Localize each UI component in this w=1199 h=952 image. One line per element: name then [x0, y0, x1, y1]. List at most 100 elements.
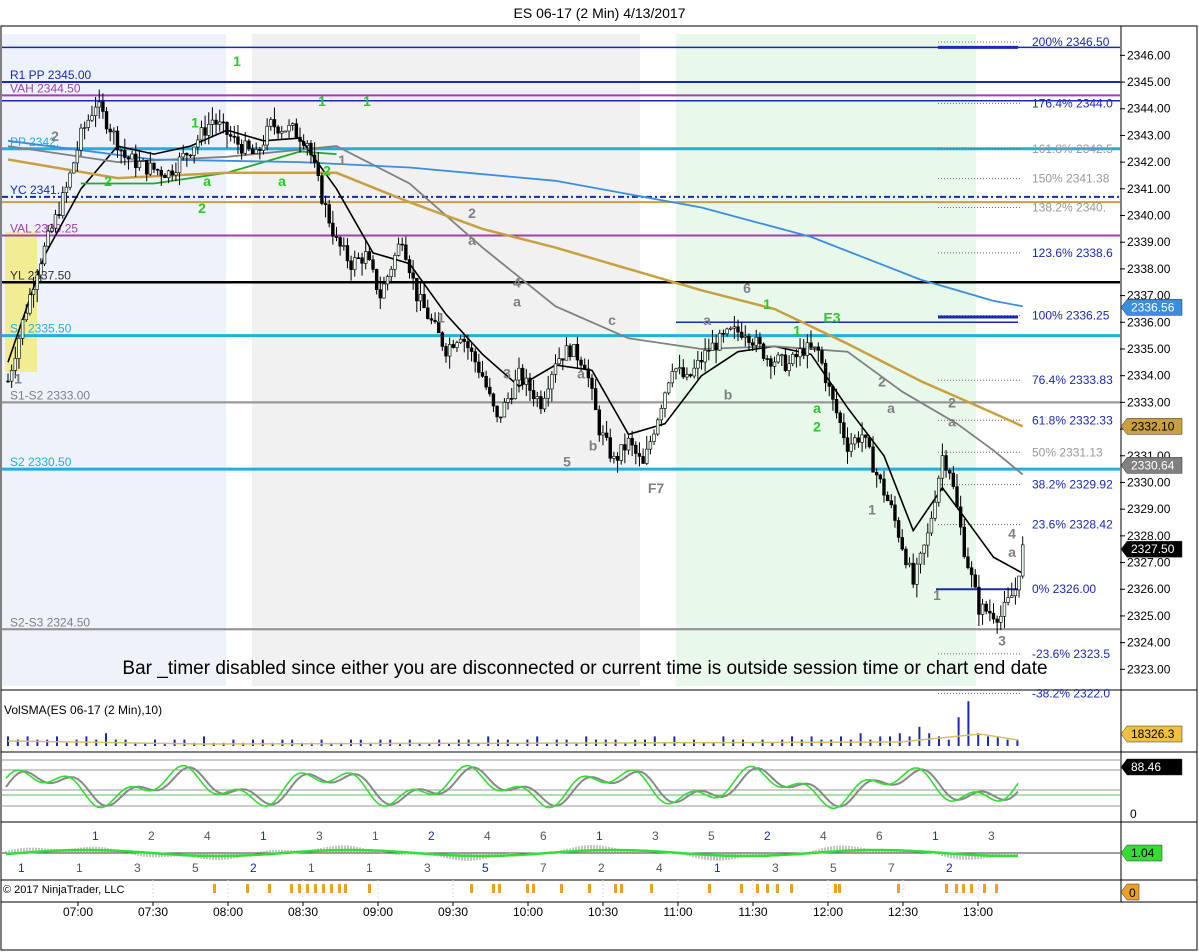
- osc-count-top: 6: [540, 829, 547, 843]
- candle-body: [221, 121, 226, 124]
- osc-count-bottom: 1: [308, 861, 315, 875]
- candle-body: [937, 477, 941, 503]
- candle-body: [816, 346, 821, 351]
- candle-body: [334, 236, 339, 238]
- candle-body: [780, 354, 784, 357]
- candle-body: [418, 294, 423, 302]
- candle-body: [134, 153, 138, 168]
- event-tick: [526, 884, 529, 893]
- candle-body: [50, 227, 54, 232]
- candle-body: [458, 338, 463, 343]
- wave-label: a: [703, 312, 711, 328]
- chart-canvas[interactable]: R1 PP 2345.00VAH 2344.50PP 2342.YC 2341.…: [0, 0, 1199, 952]
- osc-count-bottom: 3: [424, 861, 431, 875]
- candle-body: [356, 257, 361, 259]
- candle-body: [539, 396, 543, 410]
- price-level-label: VAL 2339.25: [10, 222, 78, 236]
- candle-body: [196, 139, 200, 148]
- osc-count-bottom: 5: [482, 861, 489, 875]
- candle-body: [462, 338, 466, 342]
- price-marker-label: 2330.64: [1131, 458, 1175, 472]
- candle-body: [378, 289, 382, 299]
- osc-count-bottom: 7: [540, 861, 547, 875]
- event-tick: [532, 884, 535, 893]
- wave-label: a: [278, 173, 286, 189]
- candle-body: [955, 486, 959, 508]
- osc-count-bottom: 1: [366, 861, 373, 875]
- wave-label: 2: [198, 200, 206, 216]
- y-tick-label: 2338.00: [1127, 262, 1171, 276]
- candle-body: [499, 416, 503, 419]
- event-tick: [246, 884, 249, 893]
- osc-count-bottom: 5: [830, 861, 837, 875]
- candle-body: [772, 361, 777, 367]
- event-tick: [838, 884, 841, 893]
- candle-body: [509, 398, 514, 400]
- candle-body: [181, 153, 185, 158]
- candle-body: [477, 361, 481, 373]
- candle-body: [360, 257, 364, 264]
- y-tick-label: 2346.00: [1127, 48, 1171, 62]
- x-tick-label: 07:30: [138, 905, 168, 919]
- candle-body: [39, 263, 43, 276]
- candle-body: [396, 243, 401, 256]
- candle-body: [484, 376, 488, 388]
- price-level-label: VAH 2344.50: [10, 81, 81, 95]
- candle-body: [586, 368, 591, 379]
- event-tick: [756, 884, 759, 893]
- wave-label: 2: [948, 395, 956, 411]
- candle-body: [677, 367, 682, 370]
- wave-label: 3: [503, 365, 511, 381]
- x-tick-label: 12:00: [813, 905, 843, 919]
- y-tick-label: 2334.00: [1127, 369, 1171, 383]
- candle-body: [312, 154, 317, 163]
- candle-body: [447, 344, 452, 357]
- event-tick: [368, 884, 371, 893]
- candle-body: [743, 335, 748, 338]
- candle-body: [969, 567, 974, 576]
- volsma-line: [7, 733, 1019, 745]
- osc-count-top: 2: [148, 829, 155, 843]
- candle-body: [944, 455, 948, 471]
- candle-body: [754, 336, 758, 346]
- candle-body: [170, 170, 174, 176]
- wave-label: 1: [318, 93, 326, 109]
- osc-count-top: 1: [92, 829, 99, 843]
- candle-body: [1010, 595, 1014, 598]
- wave-label: 1: [233, 53, 241, 69]
- candle-body: [294, 123, 299, 138]
- candle-body: [90, 115, 94, 121]
- y-tick-label: 2330.00: [1127, 475, 1171, 489]
- candle-body: [623, 444, 627, 451]
- candle-body: [35, 274, 39, 290]
- candle-body: [604, 432, 609, 438]
- candle-body: [488, 386, 492, 395]
- candle-body: [466, 341, 470, 349]
- candle-body: [28, 294, 32, 314]
- candle-body: [710, 342, 715, 351]
- candle-body: [517, 367, 521, 381]
- candle-body: [389, 269, 393, 277]
- candle-body: [152, 162, 156, 170]
- osc-count-bottom: 7: [888, 861, 895, 875]
- candle-body: [353, 257, 357, 270]
- candle-body: [947, 470, 952, 474]
- candle-body: [612, 456, 616, 459]
- candle-body: [572, 344, 576, 358]
- event-tick: [983, 884, 986, 893]
- candle-body: [185, 153, 189, 156]
- wave-label: 1: [191, 114, 199, 130]
- candle-body: [838, 412, 842, 423]
- event-tick: [790, 884, 793, 893]
- event-tick: [330, 884, 333, 893]
- osc-count-bottom: 2: [946, 861, 953, 875]
- candle-body: [696, 360, 700, 369]
- candle-body: [9, 370, 14, 382]
- candle-body: [791, 353, 795, 365]
- candle-body: [655, 419, 660, 435]
- osc-count-top: 1: [596, 829, 603, 843]
- price-level-label: S2 2330.50: [10, 455, 72, 469]
- osc-count-top: 1: [932, 829, 939, 843]
- fib-label: 150% 2341.38: [1032, 172, 1110, 186]
- candle-body: [68, 172, 72, 188]
